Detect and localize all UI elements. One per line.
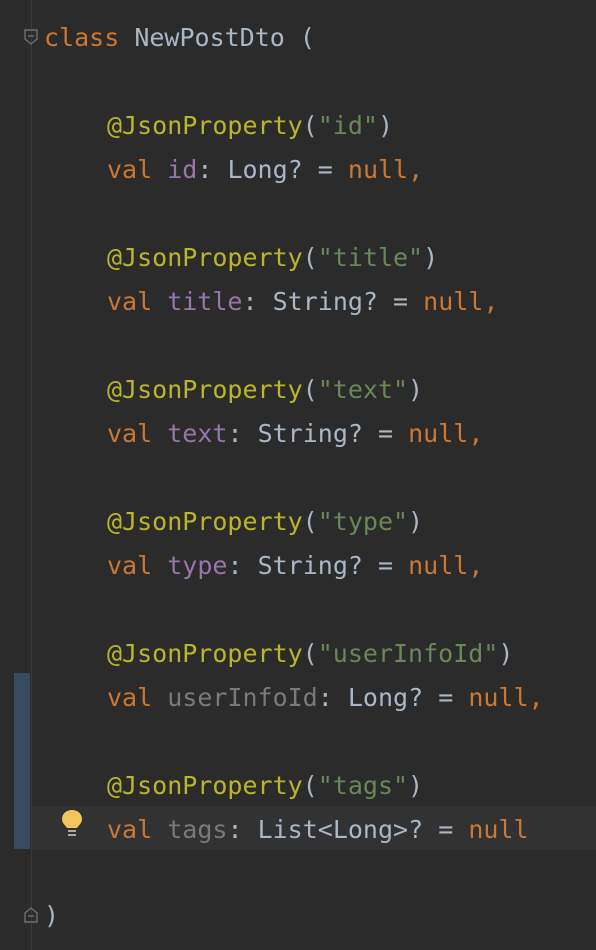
close-paren: ) [44,901,60,930]
equals: = [438,815,454,844]
property-name: title [167,287,243,316]
annotation-line[interactable]: @JsonProperty("userInfoId") [107,632,513,676]
comma: , [408,155,424,184]
paren: ) [408,771,424,800]
annotation-line[interactable]: @JsonProperty("tags") [107,764,423,808]
default-value: null [408,551,469,580]
val-keyword: val [107,155,153,184]
comma: , [483,287,499,316]
colon: : [242,287,258,316]
property-name: tags [167,815,228,844]
lightbulb-icon[interactable] [60,808,84,838]
property-line[interactable]: val type: String? = null, [107,544,483,588]
property-name: userInfoId [167,683,318,712]
open-paren: ( [299,23,315,52]
equals: = [377,551,394,580]
annotation-value: "userInfoId" [317,639,499,668]
class-keyword: class [44,23,120,52]
annotation-value: "tags" [317,771,409,800]
paren: ( [302,375,318,404]
paren: ( [302,771,318,800]
property-type: List<Long>? [257,815,424,844]
class-name: NewPostDto [134,23,285,52]
paren: ) [408,375,424,404]
property-line[interactable]: val id: Long? = null, [107,148,423,192]
annotation-name: @JsonProperty [107,507,303,536]
vcs-change-marker[interactable] [14,673,30,849]
annotation-name: @JsonProperty [107,771,303,800]
property-type: String? [272,287,378,316]
annotation-line[interactable]: @JsonProperty("title") [107,236,438,280]
annotation-name: @JsonProperty [107,375,303,404]
annotation-line[interactable]: @JsonProperty("id") [107,104,393,148]
annotation-name: @JsonProperty [107,639,303,668]
property-type: Long? [227,155,303,184]
comma: , [468,419,484,448]
annotation-value: "text" [317,375,409,404]
annotation-line[interactable]: @JsonProperty("text") [107,368,423,412]
equals: = [438,683,454,712]
default-value: null [468,683,529,712]
property-name: type [167,551,228,580]
equals: = [377,419,394,448]
property-line[interactable]: val text: String? = null, [107,412,483,456]
paren: ) [423,243,439,272]
paren: ) [498,639,514,668]
class-declaration-line[interactable]: class NewPostDto ( [44,16,315,60]
comma: , [528,683,544,712]
property-name: text [167,419,228,448]
property-type: String? [257,551,363,580]
paren: ( [302,111,318,140]
annotation-name: @JsonProperty [107,243,303,272]
default-value: null [347,155,409,184]
default-value: null [423,287,484,316]
default-value: null [468,815,529,844]
equals: = [393,287,409,316]
close-paren-line[interactable]: ) [44,894,59,938]
annotation-line[interactable]: @JsonProperty("type") [107,500,423,544]
comma: , [468,551,484,580]
default-value: null [408,419,469,448]
val-keyword: val [107,683,153,712]
val-keyword: val [107,551,153,580]
property-line[interactable]: val tags: List<Long>? = null [107,808,529,852]
colon: : [227,551,243,580]
val-keyword: val [107,419,153,448]
annotation-value: "id" [317,111,378,140]
fold-open-icon[interactable] [22,28,40,46]
paren: ) [408,507,424,536]
annotation-name: @JsonProperty [107,111,303,140]
annotation-value: "type" [317,507,409,536]
annotation-value: "title" [317,243,424,272]
paren: ( [302,243,318,272]
colon: : [197,155,213,184]
property-type: Long? [347,683,424,712]
property-line[interactable]: val title: String? = null, [107,280,498,324]
property-type: String? [257,419,363,448]
fold-close-icon[interactable] [22,906,40,924]
property-line[interactable]: val userInfoId: Long? = null, [107,676,544,720]
equals: = [317,155,333,184]
property-name: id [167,155,198,184]
paren: ( [302,639,318,668]
paren: ) [377,111,394,140]
colon: : [317,683,333,712]
colon: : [227,419,243,448]
colon: : [227,815,243,844]
paren: ( [302,507,318,536]
val-keyword: val [107,287,153,316]
val-keyword: val [107,815,153,844]
